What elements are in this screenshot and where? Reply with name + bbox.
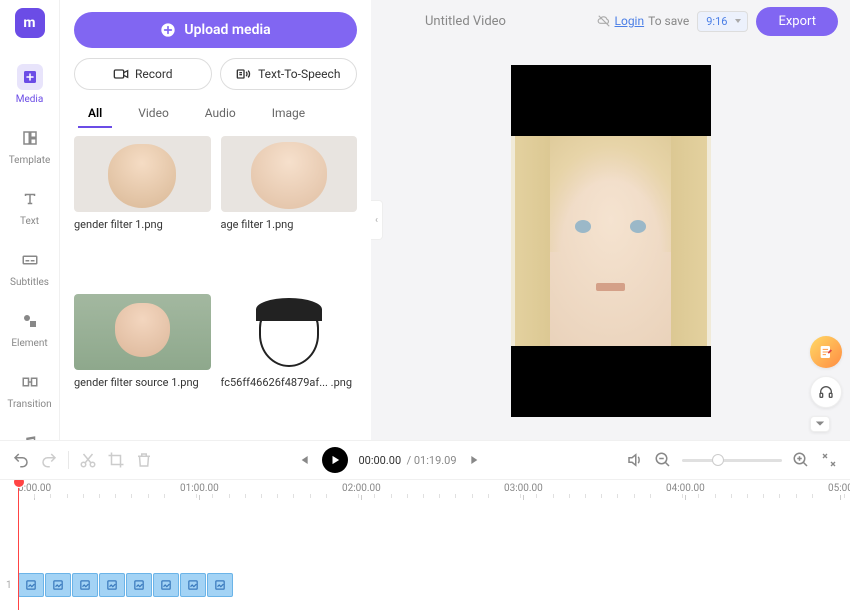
current-time: 00:00.00 <box>358 454 401 467</box>
zoom-slider[interactable] <box>682 459 782 462</box>
timeline-clip[interactable] <box>99 573 125 597</box>
ruler-tick: 05:00 <box>828 483 850 500</box>
element-icon <box>21 312 39 330</box>
video-preview[interactable] <box>511 65 711 417</box>
record-button[interactable]: Record <box>74 58 212 90</box>
nav-media[interactable]: Media <box>0 54 59 115</box>
nav-subtitles[interactable]: Subtitles <box>0 237 59 298</box>
tab-video[interactable]: Video <box>124 100 183 126</box>
upload-media-button[interactable]: Upload media <box>74 12 357 48</box>
media-filename: gender filter source 1.png <box>74 376 211 389</box>
play-button[interactable] <box>322 447 348 473</box>
redo-button[interactable] <box>40 451 58 469</box>
to-save-text: To save <box>648 14 689 28</box>
tts-button[interactable]: Text-To-Speech <box>220 58 358 90</box>
project-title[interactable]: Untitled Video <box>383 14 597 29</box>
letterbox-bottom <box>511 346 711 417</box>
zoom-in-button[interactable] <box>792 451 810 469</box>
nav-label: Text <box>20 216 39 227</box>
fit-button[interactable] <box>820 451 838 469</box>
nav-text[interactable]: Text <box>0 176 59 237</box>
aspect-ratio-selector[interactable]: 9:16 <box>697 11 748 32</box>
tts-icon <box>236 67 252 81</box>
timeline-clip[interactable] <box>18 573 44 597</box>
upload-icon <box>160 22 176 38</box>
top-bar: Untitled Video Login To save 9:16 Export <box>371 0 850 42</box>
expand-tool[interactable] <box>810 416 830 432</box>
skip-end-button[interactable] <box>467 451 485 469</box>
media-item[interactable]: fc56ff46626f4879af... .png <box>221 294 358 440</box>
notes-tool[interactable] <box>810 336 842 368</box>
zoom-out-button[interactable] <box>654 451 672 469</box>
chevron-down-icon <box>815 420 825 428</box>
skip-start-button[interactable] <box>294 451 312 469</box>
timeline-clip[interactable] <box>153 573 179 597</box>
media-item[interactable]: gender filter source 1.png <box>74 294 211 440</box>
tab-audio[interactable]: Audio <box>191 100 250 126</box>
total-time: 01:19.09 <box>414 454 457 467</box>
timeline-clip[interactable] <box>207 573 233 597</box>
nav-transition[interactable]: Transition <box>0 359 59 420</box>
undo-button[interactable] <box>12 451 30 469</box>
template-icon <box>21 129 39 147</box>
record-label: Record <box>135 67 173 81</box>
notepad-icon <box>818 344 834 360</box>
tab-all[interactable]: All <box>74 100 116 126</box>
zoom-slider-thumb[interactable] <box>712 454 724 466</box>
playhead[interactable] <box>18 480 19 610</box>
track-row[interactable]: 1 <box>0 571 850 599</box>
playback-controls: 00:00.00 / 01:19.09 <box>0 440 850 480</box>
cloud-off-icon <box>597 14 611 28</box>
cut-button[interactable] <box>79 451 97 469</box>
text-icon <box>21 190 39 208</box>
track-number: 1 <box>6 580 18 591</box>
media-filename: fc56ff46626f4879af... .png <box>221 376 358 389</box>
app-logo[interactable]: m <box>15 8 45 38</box>
record-icon <box>113 67 129 81</box>
nav-label: Element <box>11 338 47 349</box>
time-display: 00:00.00 / 01:19.09 <box>358 454 456 467</box>
delete-button[interactable] <box>135 451 153 469</box>
video-content <box>511 136 711 346</box>
media-filename: gender filter 1.png <box>74 218 211 231</box>
nav-label: Subtitles <box>10 277 49 288</box>
media-item[interactable]: gender filter 1.png <box>74 136 211 282</box>
headphones-icon <box>818 384 834 400</box>
collapse-panel-handle[interactable]: ‹ <box>371 200 383 240</box>
nav-template[interactable]: Template <box>0 115 59 176</box>
timeline-ruler[interactable]: 0:00.0001:00.0002:00.0003:00.0004:00.000… <box>0 480 850 502</box>
media-thumbnail <box>74 294 211 370</box>
media-item[interactable]: age filter 1.png <box>221 136 358 282</box>
media-filename: age filter 1.png <box>221 218 358 231</box>
timeline[interactable]: 0:00.0001:00.0002:00.0003:00.0004:00.000… <box>0 480 850 611</box>
media-thumbnail <box>74 136 211 212</box>
tts-label: Text-To-Speech <box>258 67 340 81</box>
canvas-area: ‹ <box>371 0 850 440</box>
transition-icon <box>21 373 39 391</box>
tab-image[interactable]: Image <box>258 100 319 126</box>
crop-button[interactable] <box>107 451 125 469</box>
nav-element[interactable]: Element <box>0 298 59 359</box>
volume-button[interactable] <box>626 451 644 469</box>
timeline-clip[interactable] <box>180 573 206 597</box>
timeline-clip[interactable] <box>72 573 98 597</box>
nav-label: Transition <box>7 399 51 410</box>
headphones-tool[interactable] <box>810 376 842 408</box>
media-thumbnail <box>221 294 358 370</box>
plus-icon <box>21 68 39 86</box>
subtitles-icon <box>21 251 39 269</box>
letterbox-top <box>511 65 711 136</box>
main-area: Untitled Video Login To save 9:16 Export… <box>371 0 850 611</box>
timeline-clip[interactable] <box>45 573 71 597</box>
timeline-clip[interactable] <box>126 573 152 597</box>
export-button[interactable]: Export <box>756 7 838 36</box>
login-link[interactable]: Login <box>615 14 645 28</box>
media-tabs: All Video Audio Image <box>74 100 357 126</box>
clips-container <box>18 573 233 597</box>
upload-label: Upload media <box>184 22 270 38</box>
nav-label: Media <box>16 94 44 105</box>
media-thumbnail <box>221 136 358 212</box>
login-prompt: Login To save <box>597 14 690 28</box>
nav-label: Template <box>9 155 51 166</box>
